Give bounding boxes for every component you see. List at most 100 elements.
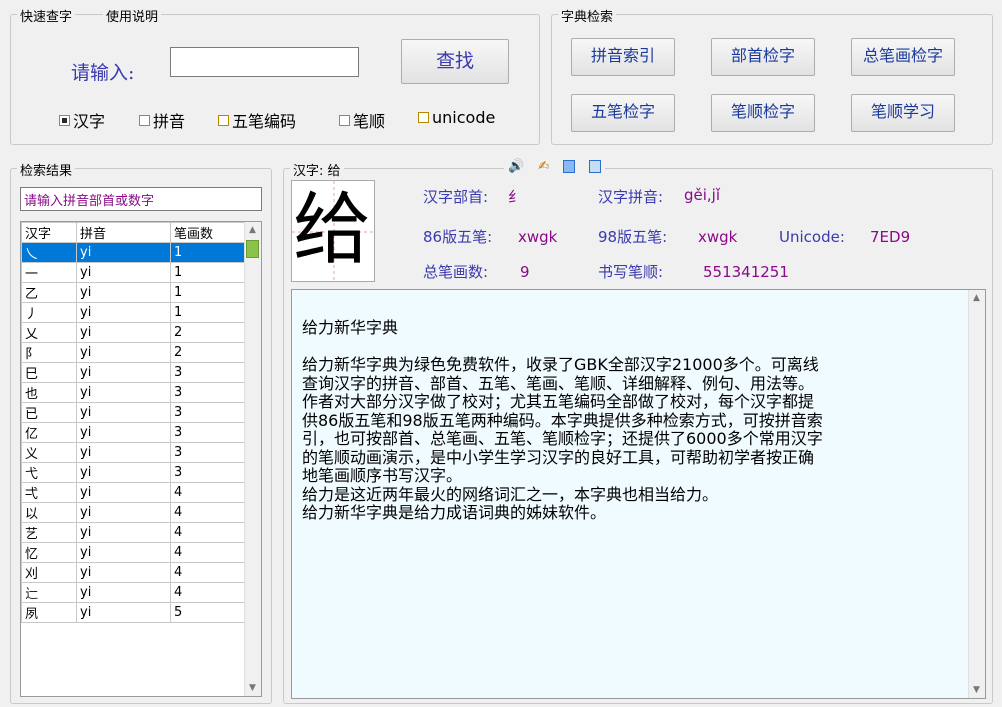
table-row[interactable]: 义 yi 3 xyxy=(21,442,245,463)
cell-char: 乙 xyxy=(21,282,77,303)
table-row[interactable]: 一 yi 1 xyxy=(21,262,245,283)
table-row[interactable]: 夙 yi 5 xyxy=(21,602,245,623)
character-tile: 给 xyxy=(291,180,375,282)
cell-char: 弋 xyxy=(21,462,77,483)
column-header-strokes[interactable]: 笔画数 xyxy=(170,222,245,243)
cell-pinyin: yi xyxy=(76,282,171,303)
cell-char: 艺 xyxy=(21,522,77,543)
table-row[interactable]: 乙 yi 1 xyxy=(21,282,245,303)
option-label: 五笔编码 xyxy=(232,112,297,131)
scroll-thumb[interactable] xyxy=(246,240,259,258)
cell-strokes: 4 xyxy=(170,502,245,523)
table-row[interactable]: 巳 yi 3 xyxy=(21,362,245,383)
scroll-up-icon[interactable]: ▲ xyxy=(249,225,256,235)
results-group: 检索结果 汉字 拼音 笔画数 乀yi1一yi1乙yi1丿yi1乂yi2阝yi2巳… xyxy=(10,160,272,704)
column-header-pinyin[interactable]: 拼音 xyxy=(76,222,171,243)
desc-scroll-down-icon[interactable]: ▼ xyxy=(973,685,980,695)
desc-scroll-up-icon[interactable]: ▲ xyxy=(973,293,980,303)
cell-pinyin: yi xyxy=(76,242,171,263)
option-3[interactable]: 笔顺 xyxy=(339,108,385,132)
edit-icon[interactable]: ✍ xyxy=(538,159,549,174)
cell-pinyin: yi xyxy=(76,402,171,423)
checkbox-icon[interactable] xyxy=(218,114,229,126)
cell-pinyin: yi xyxy=(76,562,171,583)
stroke-order-label: 书写笔顺: xyxy=(598,263,664,281)
option-2[interactable]: 五笔编码 xyxy=(218,108,296,132)
results-filter-input[interactable] xyxy=(20,187,262,211)
cell-char: 夙 xyxy=(21,602,77,623)
table-row[interactable]: 亿 yi 3 xyxy=(21,422,245,443)
cell-pinyin: yi xyxy=(76,302,171,323)
description-line xyxy=(302,338,962,357)
cell-pinyin: yi xyxy=(76,502,171,523)
table-row[interactable]: 辷 yi 4 xyxy=(21,582,245,603)
cell-strokes: 2 xyxy=(170,342,245,363)
cell-pinyin: yi xyxy=(76,522,171,543)
checkbox-icon[interactable] xyxy=(139,114,150,126)
cell-char: 丿 xyxy=(21,302,77,323)
checkbox-checked-icon[interactable] xyxy=(59,114,70,126)
cell-pinyin: yi xyxy=(76,322,171,343)
cell-pinyin: yi xyxy=(76,542,171,563)
speaker-icon[interactable]: 🔊 xyxy=(508,159,524,174)
dict-button-5[interactable]: 笔顺学习 xyxy=(851,94,955,132)
search-input[interactable] xyxy=(170,47,359,77)
table-row[interactable]: 弌 yi 4 xyxy=(21,482,245,503)
description-box[interactable]: 给力新华字典 给力新华字典为绿色免费软件，收录了GBK全部汉字21000多个。可离… xyxy=(291,289,986,699)
cell-char: 乂 xyxy=(21,322,77,343)
results-scrollbar[interactable]: ▲ ▼ xyxy=(244,222,261,696)
results-table: 汉字 拼音 笔画数 乀 yi 1 一 yi 1 乙 yi 1 丿 yi 1 乂 yi 2 阝 yi 2 巳 yi 3 也 y… xyxy=(21,222,245,623)
cell-char: 阝 xyxy=(21,342,77,363)
cell-strokes: 3 xyxy=(170,442,245,463)
table-row[interactable]: 忆 yi 4 xyxy=(21,542,245,563)
dict-button-4[interactable]: 笔顺检字 xyxy=(711,94,815,132)
description-text: 给力新华字典 给力新华字典为绿色免费软件，收录了GBK全部汉字21000多个。可离… xyxy=(302,318,962,523)
table-row[interactable]: 艺 yi 4 xyxy=(21,522,245,543)
column-header-char[interactable]: 汉字 xyxy=(21,222,77,243)
detail-title: 汉字: 给 xyxy=(290,160,344,179)
cell-strokes: 4 xyxy=(170,562,245,583)
cell-char: 亿 xyxy=(21,422,77,443)
description-scrollbar[interactable]: ▲ ▼ xyxy=(968,290,985,698)
wubi86-label: 86版五笔: xyxy=(423,228,493,246)
cell-pinyin: yi xyxy=(76,262,171,283)
pinyin-value: gěi,jǐ xyxy=(684,186,721,204)
table-row[interactable]: 乀 yi 1 xyxy=(21,242,245,263)
option-0[interactable]: 汉字 xyxy=(59,108,105,132)
dict-button-3[interactable]: 五笔检字 xyxy=(571,94,675,132)
search-button[interactable]: 查找 xyxy=(401,39,509,84)
cell-pinyin: yi xyxy=(76,462,171,483)
checkbox-icon[interactable] xyxy=(418,112,429,123)
dict-button-2[interactable]: 总笔画检字 xyxy=(851,38,955,76)
dict-search-group: 字典检索 拼音索引 部首检字 总笔画检字五笔检字 笔顺检字 笔顺学习 xyxy=(551,6,993,145)
cell-pinyin: yi xyxy=(76,442,171,463)
dict-button-0[interactable]: 拼音索引 xyxy=(571,38,675,76)
unicode-value: 7ED9 xyxy=(870,228,911,246)
cell-char: 以 xyxy=(21,502,77,523)
dict-button-1[interactable]: 部首检字 xyxy=(711,38,815,76)
wubi86-value: xwgk xyxy=(518,228,558,246)
table-row[interactable]: 阝 yi 2 xyxy=(21,342,245,363)
checkbox-icon[interactable] xyxy=(339,114,350,126)
option-1[interactable]: 拼音 xyxy=(139,108,185,132)
option-4[interactable]: unicode xyxy=(418,108,495,127)
cell-strokes: 1 xyxy=(170,242,245,263)
scroll-down-icon[interactable]: ▼ xyxy=(249,683,256,693)
table-row[interactable]: 丿 yi 1 xyxy=(21,302,245,323)
description-line: 给力新华字典是给力成语词典的姊妹软件。 xyxy=(302,503,607,522)
table-row[interactable]: 已 yi 3 xyxy=(21,402,245,423)
dict-search-title: 字典检索 xyxy=(558,6,617,25)
table-row[interactable]: 弋 yi 3 xyxy=(21,462,245,483)
cell-strokes: 3 xyxy=(170,422,245,443)
table-row[interactable]: 乂 yi 2 xyxy=(21,322,245,343)
help-link[interactable]: 使用说明 xyxy=(103,6,162,25)
cell-strokes: 4 xyxy=(170,522,245,543)
table-row[interactable]: 刈 yi 4 xyxy=(21,562,245,583)
description-line: 引，也可按部首、总笔画、五笔、笔顺检字；还提供了6000多个常用汉字 xyxy=(302,429,823,448)
cell-strokes: 3 xyxy=(170,362,245,383)
copy-icon[interactable] xyxy=(563,160,576,173)
cell-strokes: 3 xyxy=(170,382,245,403)
table-row[interactable]: 以 yi 4 xyxy=(21,502,245,523)
paste-icon[interactable] xyxy=(589,160,602,173)
table-row[interactable]: 也 yi 3 xyxy=(21,382,245,403)
